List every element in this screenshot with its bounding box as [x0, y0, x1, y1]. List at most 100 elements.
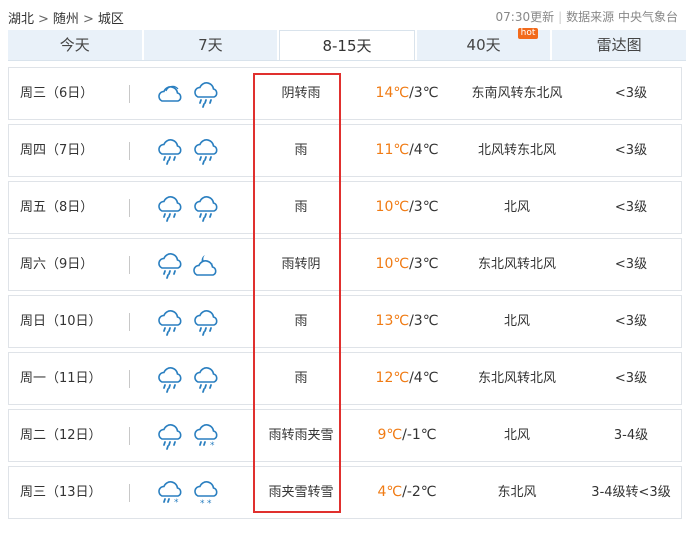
row-divider: [129, 484, 130, 502]
tab-today[interactable]: 今天: [8, 30, 142, 60]
forecast-day: 周日（10日）: [20, 314, 102, 329]
temperature: 12℃/4℃: [359, 353, 455, 404]
low-temperature: /-1℃: [402, 427, 437, 443]
rain-icon: [158, 196, 182, 222]
rain-icon: [194, 367, 218, 393]
row-divider: [129, 85, 130, 103]
temperature: 11℃/4℃: [359, 125, 455, 176]
forecast-day: 周三（6日）: [20, 86, 94, 101]
breadcrumb-city[interactable]: 随州: [53, 12, 79, 27]
tab-radar[interactable]: 雷达图: [552, 30, 686, 60]
high-temperature: 13℃: [375, 313, 410, 329]
forecast-day: 周六（9日）: [20, 257, 94, 272]
low-temperature: /3℃: [409, 85, 439, 101]
forecast-row: 周二（12日） * 雨转雨夹雪 9℃/-1℃ 北风 3-4级: [8, 409, 682, 462]
snow-icon: * *: [194, 481, 218, 508]
forecast-day: 周四（7日）: [20, 143, 94, 158]
wind-direction: 东北风: [497, 485, 537, 500]
high-temperature: 9℃: [377, 427, 403, 443]
weather-icons: *: [155, 421, 235, 451]
rain-icon: [194, 82, 218, 108]
low-temperature: /-2℃: [402, 484, 437, 500]
forecast-day: 周三（13日）: [20, 485, 102, 500]
rain-icon: [194, 310, 218, 336]
low-temperature: /4℃: [409, 370, 439, 386]
forecast-day: 周五（8日）: [20, 200, 94, 215]
rain-icon: [158, 310, 182, 336]
temperature: 10℃/3℃: [359, 182, 455, 233]
weather-icons: [155, 364, 235, 394]
forecast-row: 周三（6日） 阴转雨 14℃/3℃ 东南风转东北风 <3级: [8, 67, 682, 120]
high-temperature: 11℃: [375, 142, 410, 158]
data-source: 数据来源 中央气象台: [566, 10, 678, 24]
rain-icon: [158, 253, 182, 279]
rain-icon: [194, 196, 218, 222]
weather-description: 雨转阴: [281, 257, 321, 272]
wind-level: 3-4级转<3级: [591, 485, 671, 500]
tab-40days-label: 40天: [466, 36, 501, 54]
breadcrumb-separator: >: [38, 12, 49, 27]
wind-level: <3级: [614, 371, 648, 386]
weather-icons: [155, 250, 235, 280]
wind-level: <3级: [614, 257, 648, 272]
temperature: 4℃/-2℃: [359, 467, 455, 518]
sleet-icon: *: [194, 424, 218, 451]
weather-icons: [155, 193, 235, 223]
wind-level: <3级: [614, 200, 648, 215]
temperature: 9℃/-1℃: [359, 410, 455, 461]
high-temperature: 4℃: [377, 484, 403, 500]
low-temperature: /4℃: [409, 142, 439, 158]
breadcrumb: 湖北 > 随州 > 城区: [8, 8, 124, 27]
tab-8-15days[interactable]: 8-15天: [279, 30, 415, 60]
sleet-icon: *: [158, 481, 182, 508]
high-temperature: 12℃: [375, 370, 410, 386]
forecast-row: 周日（10日） 雨 13℃/3℃ 北风 <3级: [8, 295, 682, 348]
forecast-row: 周六（9日） 雨转阴 10℃/3℃ 东北风转北风 <3级: [8, 238, 682, 291]
hot-badge: hot: [517, 28, 539, 39]
high-temperature: 14℃: [375, 85, 410, 101]
cloudy-icon: [158, 85, 182, 102]
forecast-row: 周一（11日） 雨 12℃/4℃ 东北风转北风 <3级: [8, 352, 682, 405]
rain-icon: [158, 367, 182, 393]
temperature: 10℃/3℃: [359, 239, 455, 290]
weather-description: 雨: [294, 200, 308, 215]
update-time: 07:30更新: [495, 10, 555, 24]
weather-icons: [155, 307, 235, 337]
wind-level: <3级: [614, 314, 648, 329]
tabs-divider: [8, 60, 686, 61]
forecast-row: 周四（7日） 雨 11℃/4℃ 北风转东北风 <3级: [8, 124, 682, 177]
low-temperature: /3℃: [409, 256, 439, 272]
weather-description: 雨: [294, 143, 308, 158]
tab-40days[interactable]: 40天 hot: [416, 28, 551, 60]
weather-description: 雨夹雪转雪: [268, 485, 334, 500]
rain-icon: [194, 139, 218, 165]
weather-description: 雨: [294, 314, 308, 329]
wind-direction: 东南风转东北风: [471, 86, 563, 101]
tab-7days[interactable]: 7天: [143, 30, 278, 60]
svg-text:*: *: [174, 498, 179, 508]
update-meta: 07:30更新 | 数据来源 中央气象台: [496, 8, 678, 25]
wind-direction: 北风: [503, 200, 530, 215]
rain-icon: [158, 424, 182, 450]
wind-direction: 东北风转北风: [477, 371, 556, 386]
weather-icons: * * *: [155, 478, 235, 508]
wind-direction: 北风: [503, 428, 530, 443]
forecast-list: 周三（6日） 阴转雨 14℃/3℃ 东南风转东北风 <3级 周四（7日）雨 11℃/4℃ 北风…: [8, 67, 682, 523]
temperature: 13℃/3℃: [359, 296, 455, 347]
row-divider: [129, 313, 130, 331]
forecast-row: 周五（8日） 雨 10℃/3℃ 北风 <3级: [8, 181, 682, 234]
topbar: 湖北 > 随州 > 城区 07:30更新 | 数据来源 中央气象台: [8, 6, 686, 27]
forecast-day: 周一（11日）: [20, 371, 102, 386]
wind-level: 3-4级: [613, 428, 649, 443]
row-divider: [129, 199, 130, 217]
breadcrumb-province[interactable]: 湖北: [8, 12, 34, 27]
svg-text:*: *: [207, 499, 212, 508]
weather-icons: [155, 79, 235, 109]
forecast-tabs: 今天 7天 8-15天 40天 hot 雷达图: [8, 28, 686, 60]
temperature: 14℃/3℃: [359, 68, 455, 119]
breadcrumb-district[interactable]: 城区: [98, 12, 124, 27]
low-temperature: /3℃: [409, 199, 439, 215]
wind-direction: 北风转东北风: [477, 143, 556, 158]
high-temperature: 10℃: [375, 256, 410, 272]
rain-icon: [158, 139, 182, 165]
